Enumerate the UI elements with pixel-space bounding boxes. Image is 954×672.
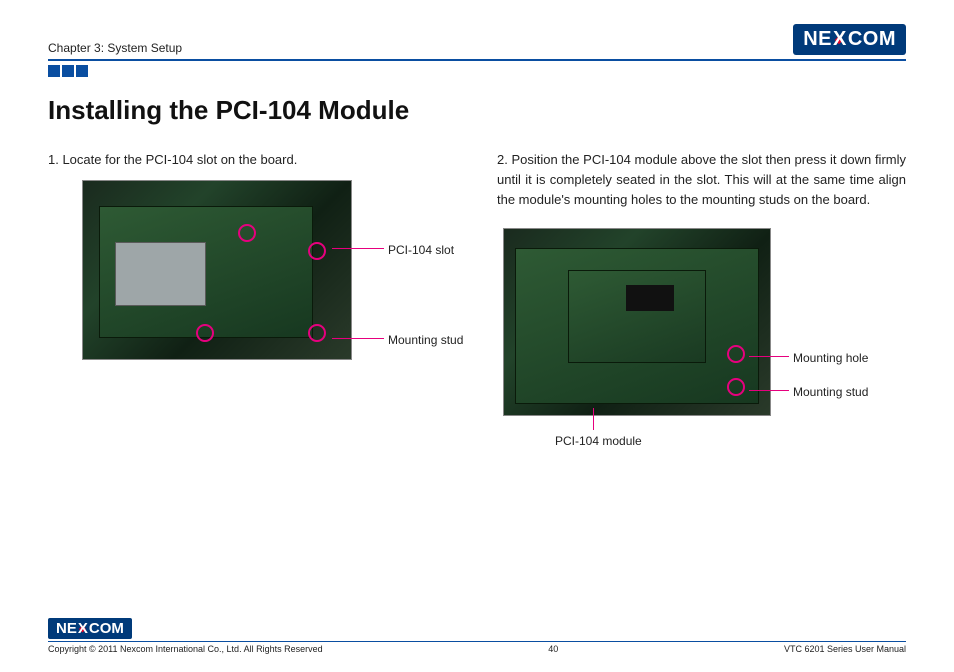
right-column: 2. Position the PCI-104 module above the… [497,150,906,416]
callout-line [749,356,789,357]
step-2-text: 2. Position the PCI-104 module above the… [497,150,906,210]
callout-line [332,248,384,249]
header-rule [48,59,906,61]
page-header: Chapter 3: System Setup nEXCOM [48,24,906,55]
annotation-pci104-module: PCI-104 module [555,432,642,451]
page-footer: nEXCOM Copyright © 2011 Nexcom Internati… [48,618,906,654]
step-1-text: 1. Locate for the PCI-104 slot on the bo… [48,150,457,170]
footer-logo-x-icon: X [78,620,88,637]
callout-line [593,408,594,430]
brand-logo: nEXCOM [793,24,906,55]
content-columns: 1. Locate for the PCI-104 slot on the bo… [48,150,906,416]
copyright-text: Copyright © 2011 Nexcom International Co… [48,644,323,654]
figure-2-wrap: Mounting hole Mounting stud PCI-104 modu… [497,228,906,416]
logo-x-icon: X [833,28,847,51]
logo-text-com: COM [848,28,896,51]
annotation-pci104-slot: PCI-104 slot [388,241,454,260]
annotation-mounting-stud-2: Mounting stud [793,383,868,402]
callout-line [749,390,789,391]
annotation-mounting-stud: Mounting stud [388,331,463,350]
left-column: 1. Locate for the PCI-104 slot on the bo… [48,150,457,416]
logo-text-n: n [803,28,818,51]
footer-row: Copyright © 2011 Nexcom International Co… [48,644,906,654]
annotation-mounting-hole: Mounting hole [793,349,868,368]
chapter-label: Chapter 3: System Setup [48,41,182,55]
logo-text-e: E [818,28,832,51]
page-title: Installing the PCI-104 Module [48,95,906,126]
footer-logo: nEXCOM [48,618,132,639]
board-photo-1 [82,180,352,360]
decorative-squares [48,65,906,77]
board-photo-2 [503,228,771,416]
footer-rule [48,641,906,642]
callout-line [332,338,384,339]
page-number: 40 [548,644,558,654]
doc-title: VTC 6201 Series User Manual [784,644,906,654]
figure-1-wrap: PCI-104 slot Mounting stud [48,180,457,360]
